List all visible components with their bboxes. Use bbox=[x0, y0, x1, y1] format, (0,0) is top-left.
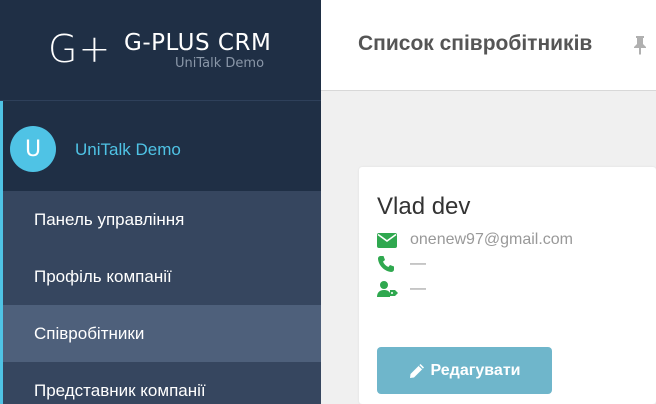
phone-icon bbox=[377, 255, 399, 273]
pencil-icon bbox=[409, 363, 425, 379]
brand-header[interactable]: G+ G-PLUS CRM UniTalk Demo bbox=[0, 0, 321, 101]
user-profile[interactable]: U UniTalk Demo bbox=[0, 101, 321, 191]
employee-phone: — bbox=[410, 255, 426, 272]
employee-role-row: — bbox=[377, 280, 426, 298]
brand-logo: G+ bbox=[48, 27, 112, 71]
employee-email[interactable]: onenew97@gmail.com bbox=[410, 231, 573, 249]
brand-subtitle: UniTalk Demo bbox=[175, 56, 265, 71]
page-title: Список співробітників bbox=[358, 32, 593, 55]
envelope-icon bbox=[377, 231, 399, 249]
avatar: U bbox=[10, 126, 56, 172]
sidebar-item-company-profile[interactable]: Профіль компанії bbox=[3, 248, 321, 305]
employee-email-row: onenew97@gmail.com bbox=[377, 231, 573, 249]
employee-card: Vlad dev onenew97@gmail.com — — Редагува… bbox=[359, 167, 656, 404]
pin-icon[interactable] bbox=[632, 35, 648, 55]
employee-name: Vlad dev bbox=[377, 193, 471, 220]
sidebar-item-company-representative[interactable]: Представник компанії bbox=[3, 362, 321, 404]
sidebar-item-employees[interactable]: Співробітники bbox=[3, 305, 321, 362]
sidebar-menu: Панель управління Профіль компанії Співр… bbox=[0, 191, 321, 404]
brand-name: G-PLUS CRM bbox=[124, 30, 272, 56]
edit-button-label: Редагувати bbox=[430, 361, 521, 379]
sidebar-item-dashboard[interactable]: Панель управління bbox=[3, 191, 321, 248]
sidebar: G+ G-PLUS CRM UniTalk Demo U UniTalk Dem… bbox=[0, 0, 321, 404]
user-tag-icon bbox=[377, 280, 399, 298]
user-name[interactable]: UniTalk Demo bbox=[75, 140, 181, 160]
employee-role: — bbox=[410, 280, 426, 297]
employee-phone-row: — bbox=[377, 255, 426, 273]
edit-button[interactable]: Редагувати bbox=[377, 347, 552, 394]
top-bar: Список співробітників bbox=[321, 0, 656, 91]
